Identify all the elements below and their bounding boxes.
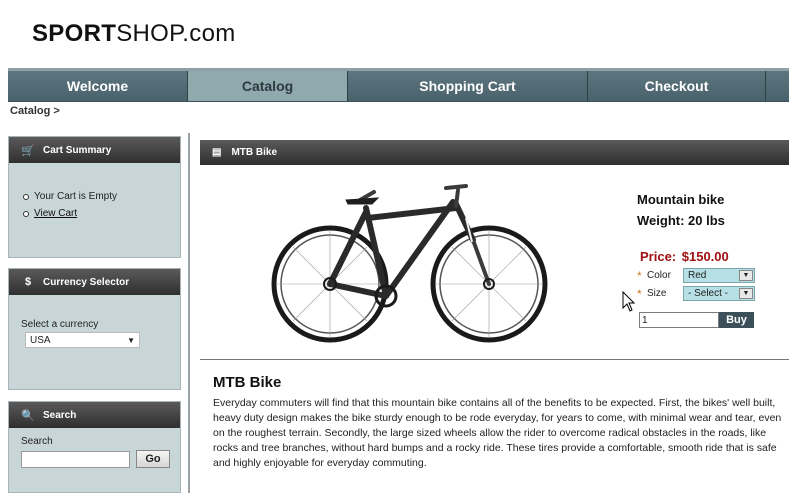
price-value: $150.00 <box>681 249 729 264</box>
cart-summary-header: 🛒 Cart Summary <box>9 137 180 163</box>
product-price: Price: $150.00 <box>638 249 729 264</box>
search-row: Go <box>21 450 180 468</box>
currency-selected-value: USA <box>30 334 51 346</box>
divider <box>200 359 789 360</box>
view-cart-link[interactable]: View Cart <box>34 208 77 219</box>
logo-bold: SPORT <box>32 20 117 47</box>
search-panel: 🔍 Search Search Go <box>8 401 181 493</box>
description-text: Everyday commuters will find that this m… <box>213 397 782 469</box>
color-option-row: * Color Red ▼ <box>637 268 755 283</box>
document-icon: ▤ <box>212 147 222 158</box>
list-item: View Cart <box>23 208 180 219</box>
product-panel-header: ▤ MTB Bike <box>200 140 789 165</box>
site-logo[interactable]: SPORTSHOP.com <box>32 20 236 48</box>
cart-summary-list: Your Cart is Empty View Cart <box>23 191 180 219</box>
size-select[interactable]: - Select - ▼ <box>683 286 755 301</box>
product-image <box>271 184 548 343</box>
cart-icon: 🛒 <box>21 144 35 157</box>
size-option-row: * Size - Select - ▼ <box>637 286 755 301</box>
product-name: Mountain bike <box>637 192 725 207</box>
tab-catalog[interactable]: Catalog <box>188 71 348 101</box>
currency-label: Select a currency <box>21 319 99 330</box>
main-nav: Welcome Catalog Shopping Cart Checkout <box>8 68 789 102</box>
required-icon: * <box>637 268 642 283</box>
buy-row: 1 Buy <box>639 312 754 328</box>
size-label: Size <box>647 288 667 299</box>
breadcrumb[interactable]: Catalog > <box>10 105 60 117</box>
product-panel-title: MTB Bike <box>231 147 278 158</box>
currency-select[interactable]: USA ▼ <box>25 332 140 348</box>
currency-selector-header: $ Currency Selector <box>9 269 180 295</box>
logo-rest: SHOP.com <box>116 20 236 47</box>
mouse-cursor-icon <box>622 291 636 312</box>
go-button[interactable]: Go <box>136 450 170 468</box>
color-select[interactable]: Red ▼ <box>683 268 755 283</box>
bullet-icon <box>23 193 29 200</box>
currency-selector-title: Currency Selector <box>43 276 130 288</box>
tab-checkout[interactable]: Checkout <box>588 71 766 101</box>
search-label: Search <box>21 436 53 447</box>
chevron-down-icon: ▼ <box>739 288 753 299</box>
list-item: Your Cart is Empty <box>23 191 180 202</box>
bullet-icon <box>23 210 29 217</box>
chevron-down-icon: ▼ <box>739 270 753 281</box>
tab-welcome[interactable]: Welcome <box>8 71 188 101</box>
currency-icon: $ <box>24 276 32 288</box>
currency-selector-panel: $ Currency Selector Select a currency US… <box>8 268 181 390</box>
color-label: Color <box>647 270 671 281</box>
size-selected-value: - Select - <box>688 288 729 299</box>
tab-shopping-cart[interactable]: Shopping Cart <box>348 71 588 101</box>
magnifier-icon: 🔍 <box>21 409 35 422</box>
price-label: Price: <box>640 249 677 264</box>
search-header: 🔍 Search <box>9 402 180 428</box>
color-selected-value: Red <box>688 270 707 281</box>
cart-empty-text: Your Cart is Empty <box>34 191 117 202</box>
sidebar-divider <box>188 133 190 493</box>
nav-filler <box>766 71 789 101</box>
required-icon: * <box>637 286 642 301</box>
chevron-down-icon: ▼ <box>127 335 135 345</box>
search-title: Search <box>43 409 77 421</box>
search-input[interactable] <box>21 450 130 468</box>
cart-summary-title: Cart Summary <box>43 144 112 156</box>
quantity-input[interactable]: 1 <box>639 312 719 328</box>
description-title: MTB Bike <box>213 374 282 391</box>
cart-summary-panel: 🛒 Cart Summary Your Cart is Empty View C… <box>8 136 181 258</box>
product-weight: Weight: 20 lbs <box>637 213 725 228</box>
buy-button[interactable]: Buy <box>719 312 754 328</box>
